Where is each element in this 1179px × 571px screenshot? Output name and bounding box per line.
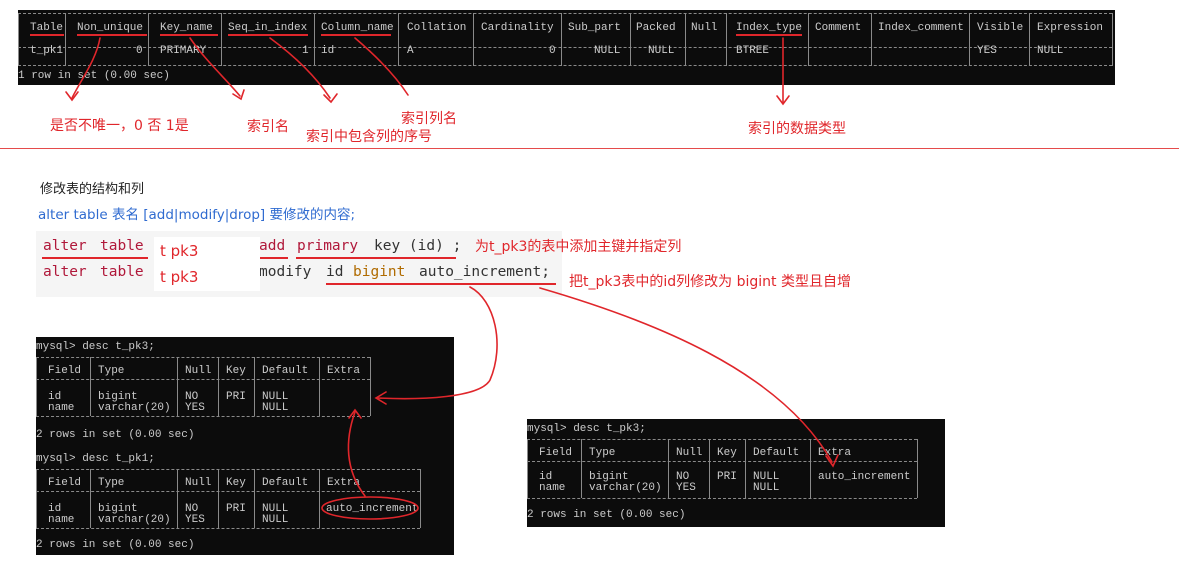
circle-auto-increment (321, 496, 419, 520)
annotation-arrows (65, 37, 839, 520)
arrow-column (354, 37, 409, 96)
arrow-to-right-terminal (539, 287, 833, 463)
arrow-circle-up (347, 411, 366, 497)
arrowhead-non-unique (65, 91, 79, 102)
arrow-seq (269, 37, 331, 99)
arrow-non-unique (71, 37, 101, 99)
arrow-to-left-terminal (377, 286, 498, 400)
arrow-key-name (189, 37, 241, 97)
